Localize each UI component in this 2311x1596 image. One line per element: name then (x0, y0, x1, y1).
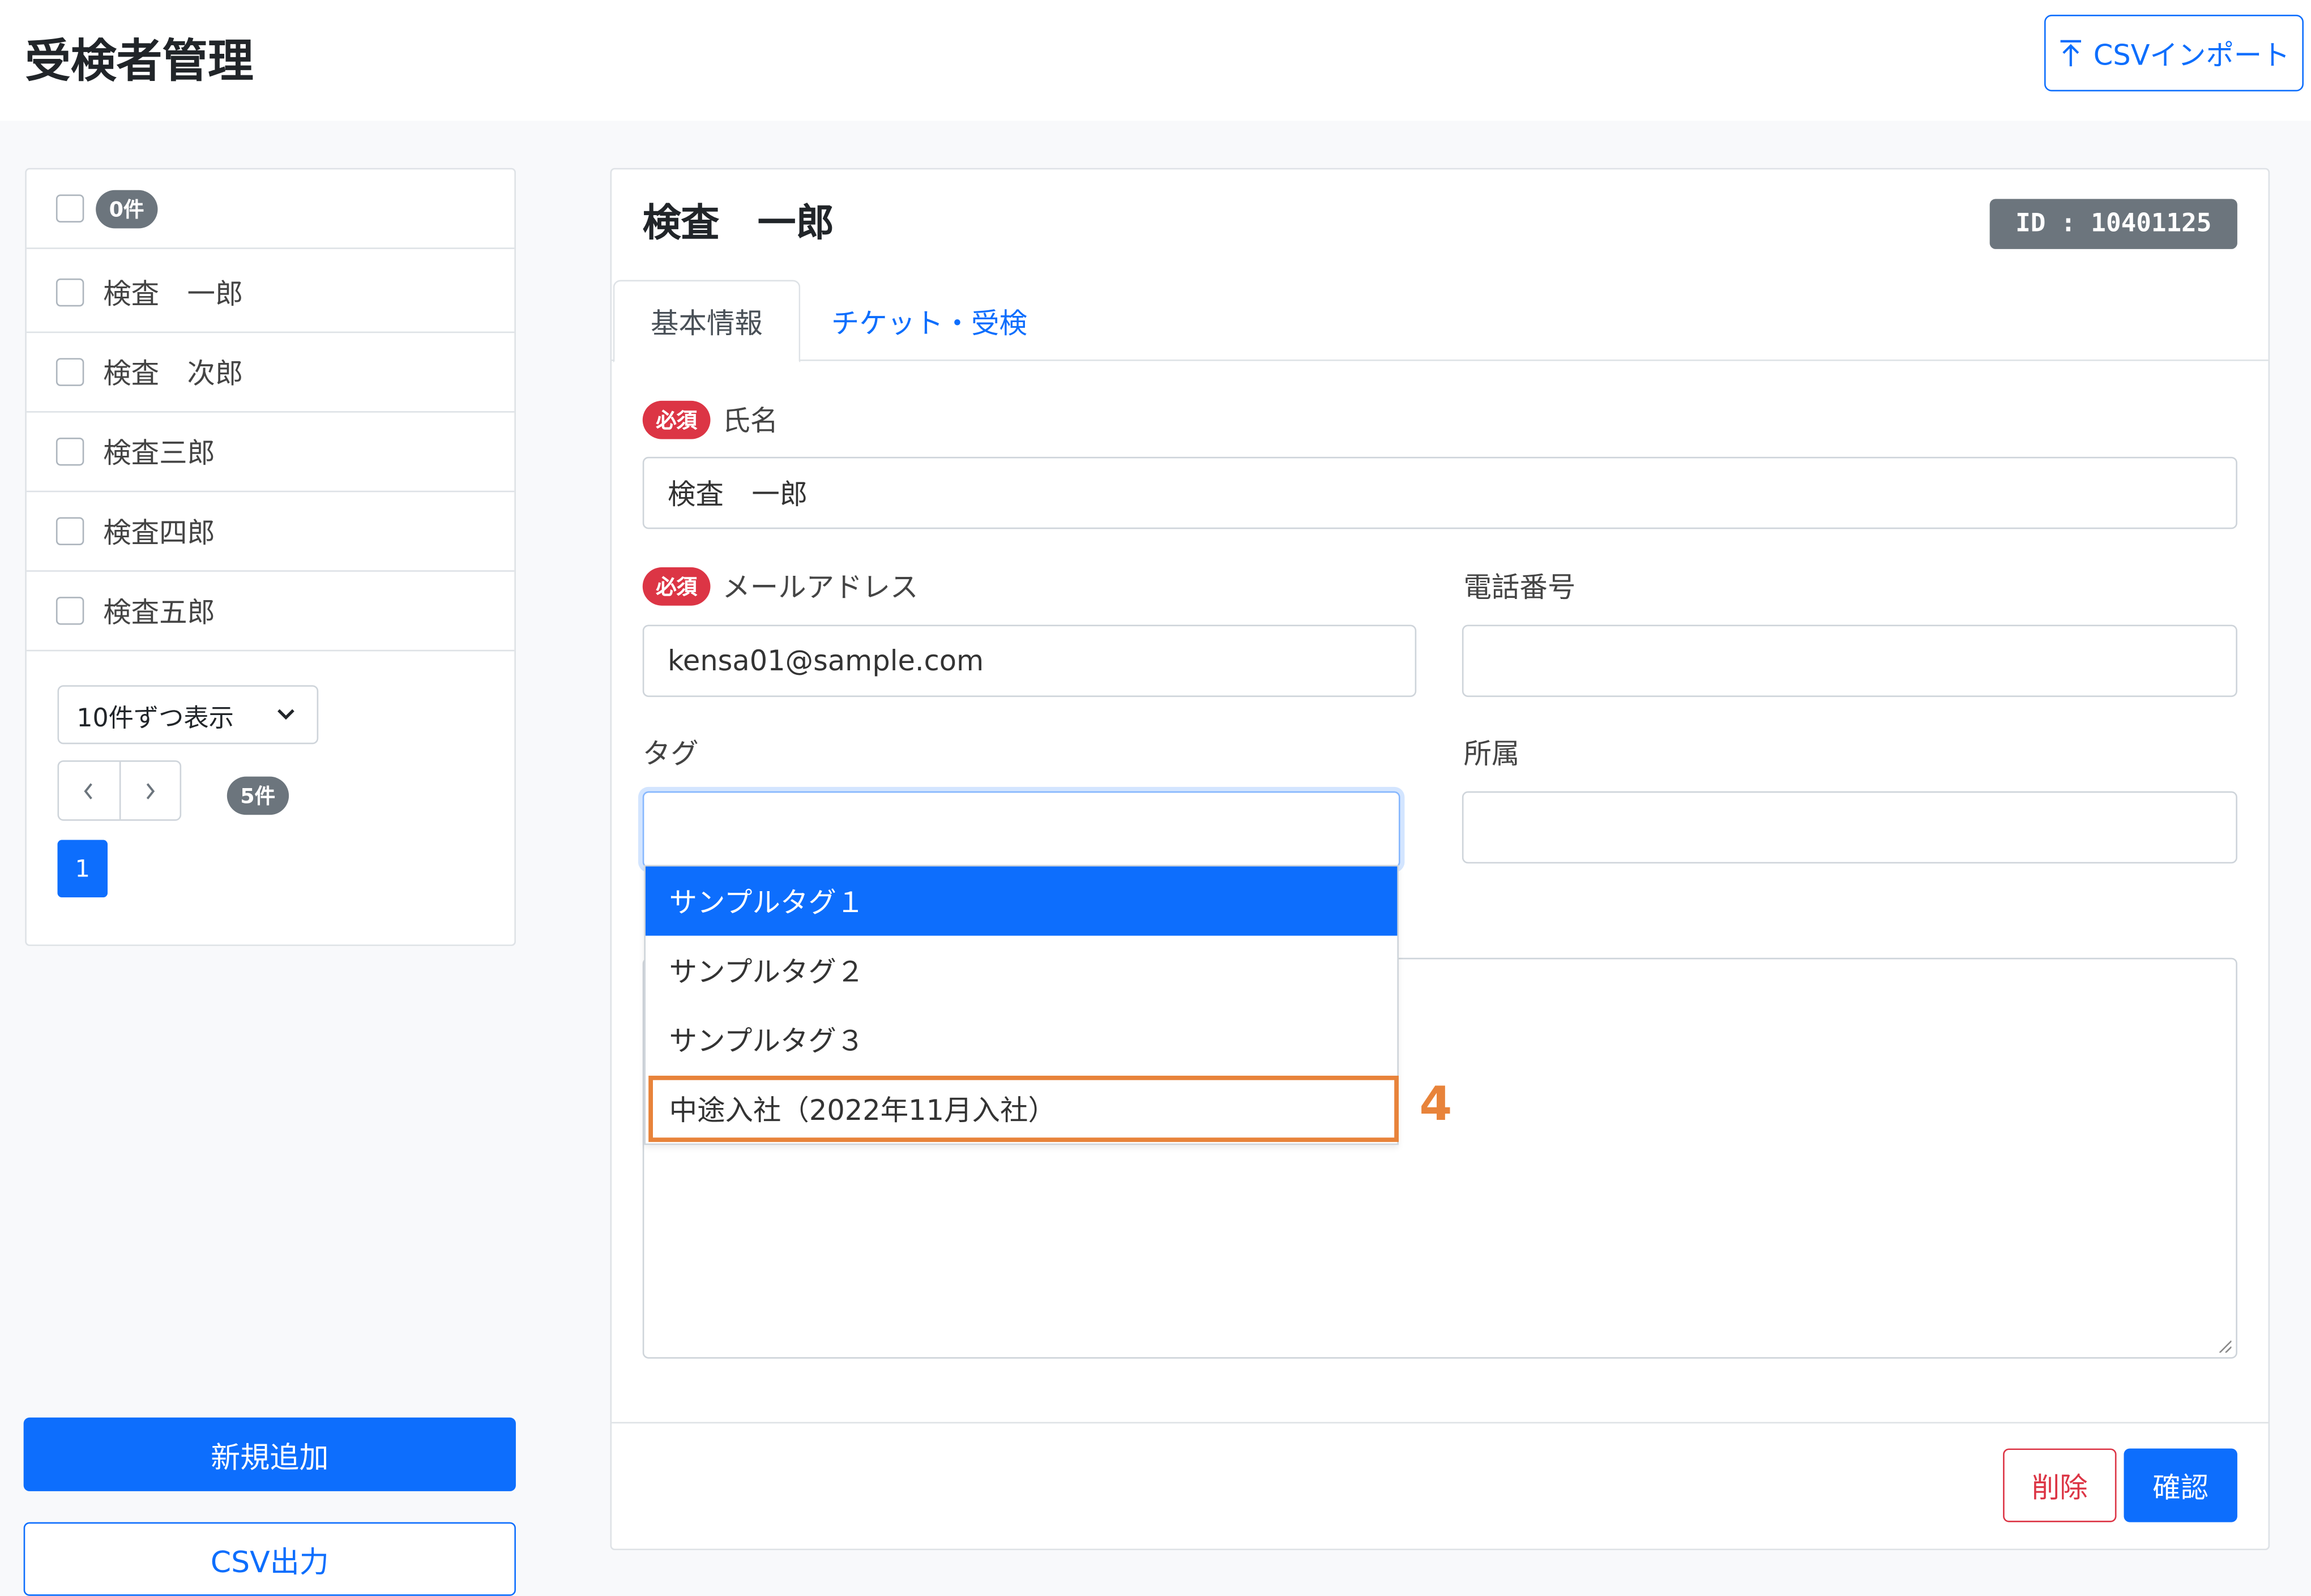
confirm-button[interactable]: 確認 (2124, 1448, 2237, 1522)
affiliation-field-label: 所属 (1463, 738, 1520, 771)
prev-page-button[interactable] (59, 762, 118, 820)
select-all-row: 0件 (26, 169, 515, 249)
examinee-name-heading: 検査 一郎 (642, 202, 835, 246)
list-item[interactable]: 検査 次郎 (26, 333, 515, 413)
chevron-right-icon (146, 782, 155, 799)
tag-option[interactable]: サンプルタグ１ (645, 866, 1398, 936)
delete-button[interactable]: 削除 (2003, 1448, 2117, 1522)
csv-export-button[interactable]: CSV出力 (23, 1522, 516, 1596)
affiliation-input[interactable] (1462, 791, 2237, 864)
list-item-checkbox[interactable] (55, 358, 84, 386)
list-item-checkbox[interactable] (55, 278, 84, 307)
email-field-label: 必須 メールアドレス (642, 566, 919, 605)
id-badge: ID : 10401125 (1989, 199, 2237, 249)
annotation-number: 4 (1419, 1075, 1453, 1132)
csv-import-button[interactable]: CSVインポート (2044, 15, 2304, 92)
email-input[interactable]: kensa01@sample.com (642, 624, 1417, 698)
required-badge: 必須 (642, 400, 711, 439)
list-item-name: 検査 一郎 (103, 278, 244, 311)
chevron-left-icon (84, 782, 93, 799)
list-item-checkbox[interactable] (55, 597, 84, 625)
list-item-checkbox[interactable] (55, 517, 84, 545)
tab-basic-info[interactable]: 基本情報 (613, 280, 801, 363)
list-item-name: 検査三郎 (103, 438, 216, 470)
phone-input[interactable] (1462, 624, 2237, 698)
pagination-arrows (57, 760, 182, 821)
list-item-name: 検査四郎 (103, 517, 216, 550)
per-page-value: 10件ずつ表示 (76, 703, 234, 733)
csv-import-label: CSVインポート (2093, 38, 2290, 72)
upload-arrow-icon (2061, 40, 2082, 67)
phone-field-label: 電話番号 (1463, 571, 1576, 605)
list-item-checkbox[interactable] (55, 438, 84, 466)
page-title: 受検者管理 (25, 35, 254, 89)
tag-input[interactable] (642, 791, 1400, 868)
list-item[interactable]: 検査 一郎 (26, 254, 515, 333)
list-item-name: 検査五郎 (103, 597, 216, 630)
list-item[interactable]: 検査五郎 (26, 572, 515, 652)
tab-divider (612, 360, 2269, 361)
tab-ticket-exam[interactable]: チケット・受検 (831, 302, 1027, 342)
name-input[interactable]: 検査 一郎 (642, 456, 2237, 529)
add-new-button[interactable]: 新規追加 (23, 1417, 516, 1491)
list-item[interactable]: 検査四郎 (26, 492, 515, 572)
total-count-badge: 5件 (227, 776, 289, 815)
email-label-text: メールアドレス (722, 571, 919, 605)
examinee-list-panel: 0件 検査 一郎 検査 次郎 検査三郎 検査四郎 検査五郎 10件ずつ表示 5件… (25, 168, 516, 946)
tag-option[interactable]: サンプルタグ２ (646, 936, 1397, 1005)
page-1-button[interactable]: 1 (57, 840, 108, 898)
required-badge: 必須 (642, 566, 711, 605)
tag-option[interactable]: サンプルタグ３ (646, 1005, 1397, 1074)
annotation-highlight-box (648, 1075, 1399, 1143)
app-header (0, 0, 2311, 121)
list-item[interactable]: 検査三郎 (26, 413, 515, 493)
name-label-text: 氏名 (722, 405, 779, 438)
list-item-name: 検査 次郎 (103, 358, 244, 391)
next-page-button[interactable] (118, 761, 180, 820)
tag-field-label: タグ (642, 738, 699, 771)
selected-count-badge: 0件 (96, 189, 157, 228)
name-field-label: 必須 氏名 (642, 399, 779, 439)
resize-grip-icon[interactable] (2216, 1338, 2232, 1353)
per-page-select[interactable]: 10件ずつ表示 (57, 685, 319, 744)
chevron-down-icon (277, 709, 294, 720)
select-all-checkbox[interactable] (55, 194, 84, 223)
card-footer-divider (612, 1422, 2269, 1424)
